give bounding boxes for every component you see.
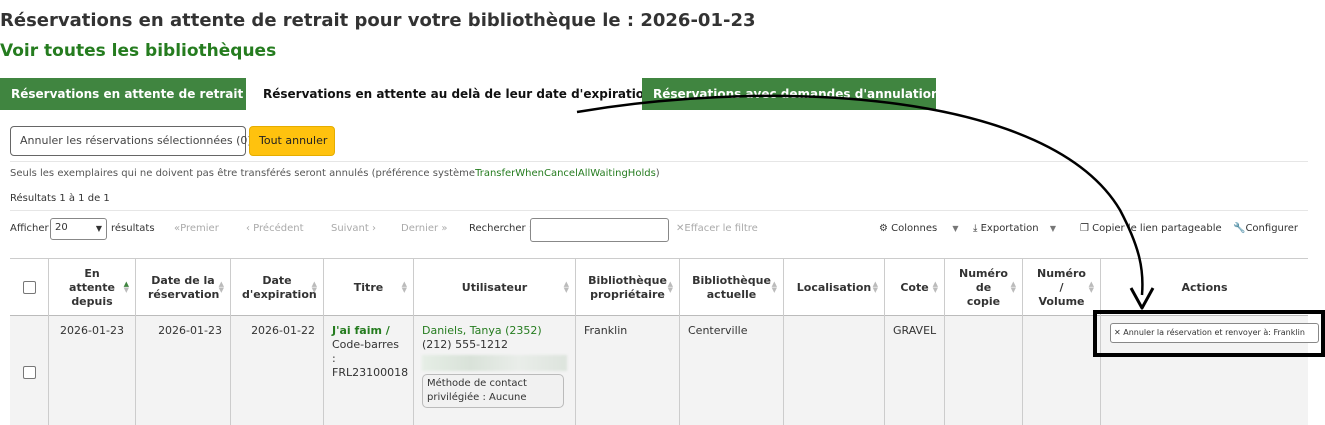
page-title: Réservations en attente de retrait pour … [0, 10, 756, 31]
search-label: Rechercher : [469, 223, 533, 234]
chevron-down-icon: ▼ [95, 224, 102, 233]
sort-icon: ▲ ▼ [311, 280, 317, 294]
sort-icon: ▲ ▼ [123, 280, 129, 294]
th-current-library[interactable]: Bibliothèque actuelle ▲ ▼ [679, 259, 783, 317]
syspref-link[interactable]: TransferWhenCancelAllWaitingHolds [475, 168, 656, 179]
th-expiration[interactable]: Date d'expiration ▲ ▼ [230, 259, 323, 317]
sort-icon: ▲ ▼ [932, 280, 938, 294]
th-title[interactable]: Titre ▲ ▼ [323, 259, 413, 317]
cell-call-number: GRAVEL [884, 316, 944, 425]
th-location[interactable]: Localisation ▲ ▼ [783, 259, 884, 317]
cell-home-library: Franklin [575, 316, 679, 425]
title-link[interactable]: J'ai faim / [332, 324, 390, 337]
row-checkbox[interactable] [23, 366, 36, 379]
sort-icon: ▲ ▼ [1088, 280, 1094, 294]
cell-copy-number [944, 316, 1022, 425]
sort-icon: ▲ ▼ [218, 280, 224, 294]
highlight-box [1093, 310, 1325, 357]
sort-icon: ▲ ▼ [667, 280, 673, 294]
cell-location [783, 316, 884, 425]
wrench-icon: 🔧 [1233, 223, 1246, 234]
chevron-down-icon: ▼ [952, 224, 959, 233]
select-all-checkbox[interactable] [23, 281, 36, 294]
tab-cancel-requests[interactable]: Réservations avec demandes d'annulation … [642, 78, 961, 110]
th-call-number[interactable]: Cote ▲ ▼ [884, 259, 944, 317]
sort-icon: ▲ ▼ [771, 280, 777, 294]
sort-icon: ▲ ▼ [872, 280, 878, 294]
sort-icon: ▲ ▼ [401, 280, 407, 294]
cell-current-library: Centerville [679, 316, 783, 425]
select-all-cell [10, 259, 48, 317]
patron-phone: (212) 555-1212 [422, 338, 509, 351]
th-waiting-since[interactable]: En attente depuis ▲ ▼ [48, 259, 135, 317]
divider [10, 161, 1308, 162]
export-button[interactable]: ⤓ Exportation ▼ [973, 223, 1056, 234]
tab-panel: Annuler les réservations sélectionnées (… [0, 110, 1325, 425]
th-volume[interactable]: Numéro / Volume ▲ ▼ [1022, 259, 1100, 317]
cell-volume [1022, 316, 1100, 425]
last-page-button[interactable]: Dernier » [401, 223, 447, 234]
show-label: Afficher [10, 223, 49, 234]
transfer-notice: Seuls les exemplaires qui ne doivent pas… [10, 168, 660, 179]
copy-link-button[interactable]: ❐ Copier le lien partageable [1080, 223, 1222, 234]
copy-icon: ❐ [1080, 223, 1089, 234]
results-count: Résultats 1 à 1 de 1 [10, 193, 110, 204]
next-page-button[interactable]: Suivant › [331, 223, 376, 234]
cell-patron: Daniels, Tanya (2352) (212) 555-1212 Mét… [413, 316, 575, 425]
sort-icon: ▲ ▼ [1010, 280, 1016, 294]
th-home-library[interactable]: Bibliothèque propriétaire ▲ ▼ [575, 259, 679, 317]
cell-hold-date: 2026-01-23 [135, 316, 230, 425]
th-copy-number[interactable]: Numéro de copie ▲ ▼ [944, 259, 1022, 317]
first-page-button[interactable]: «Premier [174, 223, 219, 234]
chevron-down-icon: ▼ [1049, 224, 1056, 233]
row-select-cell [10, 316, 48, 425]
configure-button[interactable]: 🔧Configurer [1233, 223, 1298, 234]
columns-button[interactable]: ⚙ Colonnes ▼ [879, 223, 959, 234]
cancel-selected-button[interactable]: Annuler les réservations sélectionnées (… [10, 126, 252, 156]
page-size-select[interactable]: 20 ▼ [50, 218, 107, 240]
tab-waiting[interactable]: Réservations en attente de retrait : 0 [0, 78, 265, 110]
gear-icon: ⚙ [879, 223, 888, 234]
cell-expiration: 2026-01-22 [230, 316, 323, 425]
th-actions: Actions [1100, 259, 1308, 317]
all-libraries-link[interactable]: Voir toutes les bibliothèques [0, 41, 276, 61]
download-icon: ⤓ [973, 223, 978, 234]
cell-title: J'ai faim / Code-barres : FRL23100018 [323, 316, 413, 425]
tab-expired[interactable]: Réservations en attente au delà de leur … [252, 78, 674, 110]
cancel-all-button[interactable]: Tout annuler [249, 126, 335, 156]
patron-link[interactable]: Daniels, Tanya (2352) [422, 324, 542, 337]
clear-filter-button[interactable]: ✕Effacer le filtre [676, 223, 758, 234]
th-hold-date[interactable]: Date de la réservation ▲ ▼ [135, 259, 230, 317]
contact-preference-badge: Méthode de contact privilégiée : Aucune [422, 374, 564, 408]
barcode: Code-barres : FRL23100018 [332, 338, 409, 379]
cell-waiting-since: 2026-01-23 [48, 316, 135, 425]
sort-icon: ▲ ▼ [563, 280, 569, 294]
th-patron[interactable]: Utilisateur ▲ ▼ [413, 259, 575, 317]
table-header: En attente depuis ▲ ▼ Date de la réservat… [10, 258, 1308, 317]
results-label: résultats [111, 223, 155, 234]
redacted-info [422, 355, 567, 371]
divider [10, 210, 1308, 211]
previous-page-button[interactable]: ‹ Précédent [246, 223, 304, 234]
search-input[interactable] [530, 218, 669, 242]
